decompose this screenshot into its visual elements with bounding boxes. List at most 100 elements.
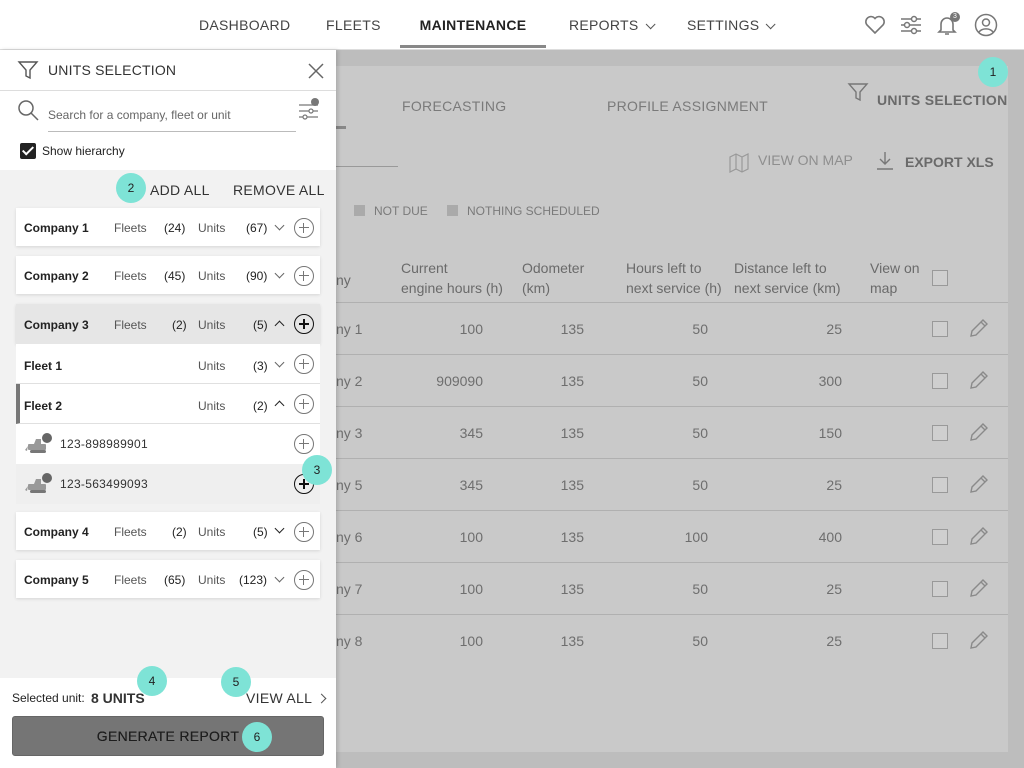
edit-icon[interactable] bbox=[968, 369, 990, 391]
unit-row-hover[interactable]: 123-563499093 bbox=[16, 464, 320, 504]
chevron-down-icon[interactable] bbox=[274, 523, 285, 534]
units-count: (67) bbox=[246, 221, 268, 235]
company-row-expanded[interactable]: Company 3 Fleets (2) Units (5) bbox=[16, 304, 320, 344]
row-checkbox[interactable] bbox=[932, 373, 948, 389]
filter-settings-icon[interactable] bbox=[296, 97, 322, 123]
table-row[interactable]: ny 2 909090 135 50 300 bbox=[336, 354, 1008, 406]
add-icon[interactable] bbox=[294, 314, 314, 334]
cell-odometer: 135 bbox=[560, 633, 584, 649]
company-row[interactable]: Company 4 Fleets (2) Units (5) bbox=[16, 512, 320, 550]
nav-maintenance[interactable]: MAINTENANCE bbox=[400, 0, 546, 48]
search-input[interactable] bbox=[48, 98, 296, 132]
legend-not-due: NOT DUE bbox=[354, 204, 428, 218]
fleet-row-expanded[interactable]: Fleet 2 Units (2) bbox=[16, 384, 320, 424]
fleets-label: Fleets bbox=[114, 525, 147, 539]
nav-fleets[interactable]: FLEETS bbox=[326, 0, 381, 50]
nav-dashboard[interactable]: DASHBOARD bbox=[199, 0, 290, 50]
table-row[interactable]: ny 1 100 135 50 25 bbox=[336, 302, 1008, 354]
fleet-name: Fleet 1 bbox=[24, 359, 63, 373]
add-icon[interactable] bbox=[294, 434, 314, 454]
company-row[interactable]: Company 2 Fleets (45) Units (90) bbox=[16, 256, 320, 294]
col-company: ny bbox=[336, 272, 351, 288]
table-row[interactable]: ny 5 345 135 50 25 bbox=[336, 458, 1008, 510]
tab-profile-assignment[interactable]: PROFILE ASSIGNMENT bbox=[607, 98, 768, 114]
add-icon[interactable] bbox=[294, 394, 314, 414]
fleet-row[interactable]: Fleet 1 Units (3) bbox=[16, 344, 320, 384]
edit-icon[interactable] bbox=[968, 473, 990, 495]
col-line: Distance left to bbox=[734, 260, 827, 276]
edit-icon[interactable] bbox=[968, 421, 990, 443]
add-icon[interactable] bbox=[294, 218, 314, 238]
maintenance-card: FORECASTING PROFILE ASSIGNMENT UNITS SEL… bbox=[336, 66, 1008, 752]
col-line: engine hours (h) bbox=[401, 280, 503, 296]
view-all-link[interactable]: VIEW ALL bbox=[246, 690, 327, 706]
export-xls-button[interactable]: EXPORT XLS bbox=[905, 154, 994, 170]
row-checkbox[interactable] bbox=[932, 581, 948, 597]
company-row[interactable]: Company 1 Fleets (24) Units (67) bbox=[16, 208, 320, 246]
chevron-down-icon[interactable] bbox=[274, 572, 285, 583]
units-label: Units bbox=[198, 573, 226, 587]
fleets-label: Fleets bbox=[114, 221, 147, 235]
units-selection-button[interactable]: UNITS SELECTION bbox=[877, 92, 1008, 108]
notification-badge: 3 bbox=[950, 12, 960, 22]
add-icon[interactable] bbox=[294, 354, 314, 374]
generate-report-button[interactable]: GENERATE REPORT bbox=[12, 716, 324, 756]
heart-icon[interactable] bbox=[863, 13, 887, 37]
user-avatar-icon[interactable] bbox=[974, 13, 998, 37]
add-icon[interactable] bbox=[294, 522, 314, 542]
chevron-up-icon[interactable] bbox=[274, 320, 285, 331]
chevron-down-icon[interactable] bbox=[274, 268, 285, 279]
tab-forecasting[interactable]: FORECASTING bbox=[402, 98, 506, 114]
cell-odometer: 135 bbox=[560, 321, 584, 337]
cell-odometer: 135 bbox=[560, 477, 584, 493]
chevron-down-icon[interactable] bbox=[274, 357, 285, 368]
remove-all-button[interactable]: REMOVE ALL bbox=[233, 182, 325, 198]
sliders-icon[interactable] bbox=[899, 13, 923, 37]
show-hierarchy-label: Show hierarchy bbox=[42, 144, 125, 158]
fleet-name: Fleet 2 bbox=[24, 399, 63, 413]
row-checkbox[interactable] bbox=[932, 633, 948, 649]
selected-unit-label: Selected unit: bbox=[12, 691, 85, 705]
edit-icon[interactable] bbox=[968, 629, 990, 651]
nav-settings[interactable]: SETTINGS bbox=[687, 0, 776, 50]
select-all-checkbox[interactable] bbox=[932, 270, 948, 286]
fleets-label: Fleets bbox=[114, 318, 147, 332]
nav-reports[interactable]: REPORTS bbox=[569, 0, 656, 50]
cell-hours-left: 50 bbox=[692, 425, 708, 441]
chevron-up-icon[interactable] bbox=[274, 400, 285, 411]
view-on-map-button[interactable]: VIEW ON MAP bbox=[758, 152, 853, 168]
company-row[interactable]: Company 5 Fleets (65) Units (123) bbox=[16, 560, 320, 598]
edit-icon[interactable] bbox=[968, 577, 990, 599]
col-distance-left: Distance left to next service (km) bbox=[734, 258, 841, 298]
edit-icon[interactable] bbox=[968, 525, 990, 547]
divider bbox=[0, 90, 336, 91]
units-label: Units bbox=[198, 269, 226, 283]
edit-icon[interactable] bbox=[968, 317, 990, 339]
cell-hours-left: 50 bbox=[692, 581, 708, 597]
table-row[interactable]: ny 3 345 135 50 150 bbox=[336, 406, 1008, 458]
annotation-badge: 5 bbox=[221, 667, 251, 697]
legend-label: NOT DUE bbox=[374, 204, 428, 218]
table-row[interactable]: ny 7 100 135 50 25 bbox=[336, 562, 1008, 614]
add-icon[interactable] bbox=[294, 570, 314, 590]
panel-header: UNITS SELECTION Show hierarchy bbox=[0, 50, 336, 170]
company-name: Company 4 bbox=[24, 525, 89, 539]
cell-engine-hours: 100 bbox=[459, 633, 483, 649]
cell-company: ny 8 bbox=[336, 633, 363, 649]
chevron-down-icon[interactable] bbox=[274, 220, 285, 231]
row-checkbox[interactable] bbox=[932, 529, 948, 545]
table-row[interactable]: ny 6 100 135 100 400 bbox=[336, 510, 1008, 562]
unit-row[interactable]: 123-898989901 bbox=[16, 424, 320, 464]
legend-nothing-scheduled: NOTHING SCHEDULED bbox=[447, 204, 600, 218]
company-name: Company 5 bbox=[24, 573, 89, 587]
table-row[interactable]: ny 8 100 135 50 25 bbox=[336, 614, 1008, 666]
row-checkbox[interactable] bbox=[932, 321, 948, 337]
cell-distance-left: 300 bbox=[818, 373, 842, 389]
close-icon[interactable] bbox=[306, 61, 326, 81]
add-all-button[interactable]: ADD ALL bbox=[150, 182, 210, 198]
add-icon[interactable] bbox=[294, 266, 314, 286]
row-checkbox[interactable] bbox=[932, 477, 948, 493]
show-hierarchy-checkbox[interactable] bbox=[20, 143, 36, 159]
col-line: View on bbox=[870, 260, 920, 276]
row-checkbox[interactable] bbox=[932, 425, 948, 441]
